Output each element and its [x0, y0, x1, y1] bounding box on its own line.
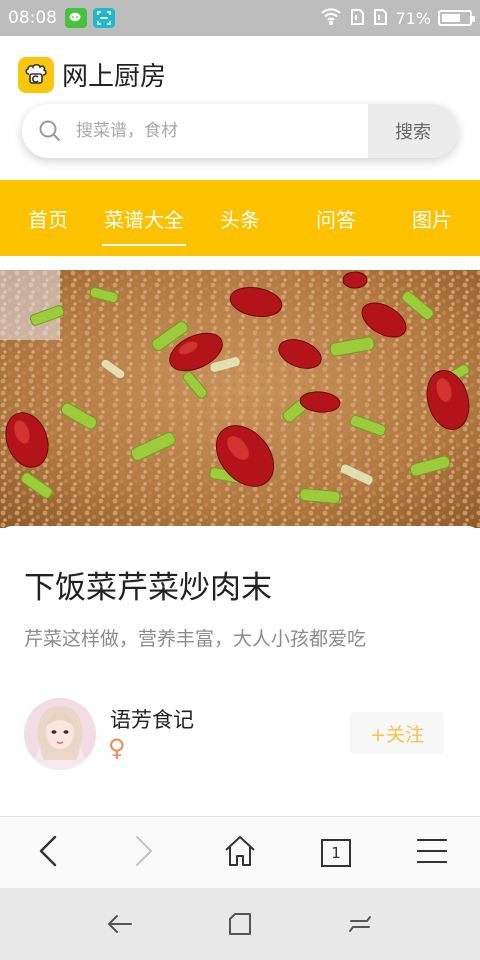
wifi-icon	[320, 7, 342, 29]
category-tabs: 首页 菜谱大全 头条 问答 图片	[0, 180, 480, 256]
tab-qa[interactable]: 问答	[288, 180, 384, 256]
search-bar: 搜索	[22, 104, 458, 158]
signal-icon-2	[372, 6, 388, 30]
avatar[interactable]	[24, 698, 96, 770]
tab-headlines[interactable]: 头条	[192, 180, 288, 256]
system-navigation-bar	[0, 888, 480, 960]
recipe-hero-image[interactable]	[0, 270, 480, 528]
signal-icon	[349, 6, 365, 30]
menu-icon	[415, 838, 449, 868]
tab-pictures[interactable]: 图片	[384, 180, 480, 256]
search-input[interactable]	[72, 104, 368, 158]
app-header: 网上厨房 搜索	[0, 36, 480, 180]
tab-recipes[interactable]: 菜谱大全	[96, 180, 192, 256]
chef-logo-icon	[18, 56, 54, 93]
system-menu-icon[interactable]	[340, 904, 380, 944]
tabs-icon: 1	[321, 838, 351, 867]
home-button[interactable]	[192, 817, 288, 888]
browser-toolbar: 1	[0, 816, 480, 888]
app-name: 网上厨房	[62, 62, 167, 92]
status-right: 71%	[320, 6, 475, 30]
tab-home[interactable]: 首页	[0, 180, 96, 256]
recipe-description: 芹菜这样做，营养丰富，大人小孩都爱吃	[24, 628, 367, 650]
battery-fill	[442, 14, 461, 22]
forward-button[interactable]	[96, 817, 192, 888]
author-name[interactable]: 语芳食记	[110, 704, 194, 734]
back-icon	[37, 834, 59, 872]
system-back-icon[interactable]	[100, 904, 140, 944]
app-logo-row[interactable]: 网上厨房	[18, 56, 166, 93]
battery-percent: 71%	[395, 8, 431, 28]
recipe-card: 下饭菜芹菜炒肉末 芹菜这样做，营养丰富，大人小孩都爱吃 语芳食记 ♀ +关注	[0, 526, 480, 816]
battery-icon	[438, 10, 475, 26]
wechat-icon	[65, 8, 87, 28]
tabs-button[interactable]: 1	[288, 817, 384, 888]
forward-icon	[133, 834, 155, 872]
recipe-title: 下饭菜芹菜炒肉末	[24, 570, 272, 606]
menu-button[interactable]	[384, 817, 480, 888]
back-button[interactable]	[0, 817, 96, 888]
scan-icon	[93, 8, 115, 28]
search-button[interactable]: 搜索	[368, 104, 458, 158]
status-time: 08:08	[8, 8, 57, 28]
search-icon	[28, 104, 72, 158]
follow-button[interactable]: +关注	[350, 712, 444, 754]
female-gender-icon: ♀	[108, 734, 126, 762]
home-icon	[223, 834, 257, 872]
status-bar: 08:08 71%	[0, 0, 480, 36]
recent-apps-icon[interactable]	[220, 904, 260, 944]
